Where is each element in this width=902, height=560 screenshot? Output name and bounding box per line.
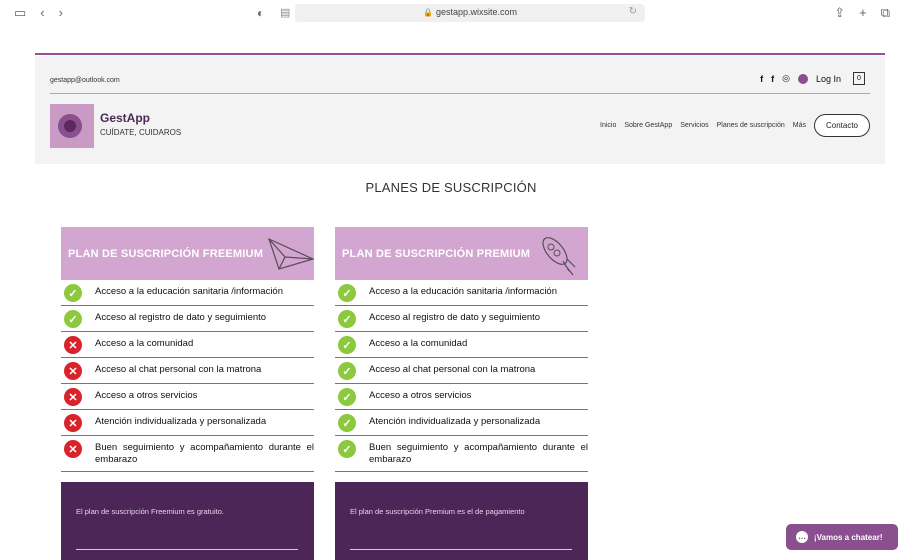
site-logo[interactable]	[50, 104, 94, 148]
nav-item-mas[interactable]: Más	[793, 122, 806, 129]
facebook-alt-icon[interactable]: f	[771, 74, 774, 84]
cross-icon: ✕	[64, 388, 82, 406]
feature-row: ✓ Acceso a la comunidad	[335, 332, 588, 358]
address-bar[interactable]: 🔒 gestapp.wixsite.com ↻	[295, 4, 645, 22]
plan-card-premium: PLAN DE SUSCRIPCIÓN PREMIUM ✓ Acceso a la…	[335, 227, 588, 472]
check-icon: ✓	[338, 362, 356, 380]
plan-footer-text: El plan de suscripción Freemium es gratu…	[76, 507, 224, 516]
feature-row: ✓ Acceso a otros servicios	[335, 384, 588, 410]
chat-button[interactable]: … ¡Vamos a chatear!	[786, 524, 898, 550]
chat-label: ¡Vamos a chatear!	[814, 532, 883, 542]
instagram-icon[interactable]: ◎	[782, 73, 790, 84]
feature-row: ✓ Acceso a la educación sanitaria /inform…	[61, 280, 314, 306]
tabs-overview-icon[interactable]: ⧉	[881, 5, 890, 21]
check-icon: ✓	[338, 440, 356, 458]
plan-footer-premium: El plan de suscripción Premium es el de …	[335, 482, 588, 560]
reload-icon[interactable]: ↻	[629, 6, 637, 17]
feature-row: ✓ Acceso a la educación sanitaria /inform…	[335, 280, 588, 306]
plan-card-freemium: PLAN DE SUSCRIPCIÓN FREEMIUM ✓ Acceso a l…	[61, 227, 315, 472]
check-icon: ✓	[338, 336, 356, 354]
feature-row: ✕ Acceso a la comunidad	[61, 332, 314, 358]
plan-header: PLAN DE SUSCRIPCIÓN FREEMIUM	[61, 227, 315, 280]
chat-bubble-icon: …	[796, 531, 808, 543]
site-header: gestapp@outlook.com f f ◎ Log In 0 GestA…	[35, 56, 885, 164]
privacy-shield-icon[interactable]: ◐	[257, 6, 264, 20]
check-icon: ✓	[338, 414, 356, 432]
feature-row: ✓ Acceso al registro de dato y seguimient…	[61, 306, 314, 332]
contact-button[interactable]: Contacto	[813, 114, 870, 137]
site-brand[interactable]: GestApp	[100, 111, 150, 125]
back-icon[interactable]: ‹	[40, 6, 44, 20]
cross-icon: ✕	[64, 440, 82, 458]
plan-footer-freemium: El plan de suscripción Freemium es gratu…	[61, 482, 314, 560]
header-divider	[50, 93, 870, 94]
plan-footer-text: El plan de suscripción Premium es el de …	[350, 507, 525, 516]
page-title: PLANES DE SUSCRIPCIÓN	[365, 180, 537, 195]
check-icon: ✓	[64, 310, 82, 328]
forward-icon[interactable]: ›	[59, 6, 63, 20]
top-accent-line	[35, 53, 885, 55]
nav-item-planes[interactable]: Planes de suscripción	[717, 122, 785, 129]
new-tab-icon[interactable]: +	[859, 5, 867, 21]
cart-icon[interactable]: 0	[853, 72, 865, 85]
reader-icon[interactable]: ▤	[280, 6, 290, 19]
plan-title: PLAN DE SUSCRIPCIÓN FREEMIUM	[68, 248, 264, 260]
feature-row: ✓ Acceso al chat personal con la matrona	[335, 358, 588, 384]
browser-toolbar: ▭ ‹ › ◐ ▤ 🔒 gestapp.wixsite.com ↻ ⇪ + ⧉	[0, 0, 902, 27]
footer-divider	[76, 549, 298, 550]
feature-row: ✕ Atención individualizada y personalizad…	[61, 410, 314, 436]
share-icon[interactable]: ⇪	[834, 5, 845, 21]
sidebar-toggle-icon[interactable]: ▭	[14, 6, 26, 20]
feature-row: ✓ Atención individualizada y personalizad…	[335, 410, 588, 436]
social-bar: f f ◎ Log In 0	[760, 72, 865, 85]
plan-header: PLAN DE SUSCRIPCIÓN PREMIUM	[335, 227, 588, 280]
cross-icon: ✕	[64, 336, 82, 354]
nav-item-sobre[interactable]: Sobre GestApp	[624, 122, 672, 129]
check-icon: ✓	[64, 284, 82, 302]
footer-divider	[350, 549, 572, 550]
main-nav: Inicio Sobre GestApp Servicios Planes de…	[600, 114, 870, 137]
feature-row: ✓ Acceso al registro de dato y seguimient…	[335, 306, 588, 332]
url-text: gestapp.wixsite.com	[435, 7, 517, 17]
check-icon: ✓	[338, 388, 356, 406]
check-icon: ✓	[338, 284, 356, 302]
feature-row: ✕ Acceso a otros servicios	[61, 384, 314, 410]
feature-row: ✕ Buen seguimiento y acompañamiento duran…	[61, 436, 314, 472]
facebook-icon[interactable]: f	[760, 74, 763, 84]
feature-row: ✓ Buen seguimiento y acompañamiento duran…	[335, 436, 588, 472]
paper-plane-icon	[267, 237, 315, 270]
nav-item-inicio[interactable]: Inicio	[600, 122, 616, 129]
lock-icon: 🔒	[422, 8, 433, 17]
site-tagline: CUÍDATE, CUIDAROS	[100, 128, 182, 137]
user-icon[interactable]	[797, 73, 808, 84]
check-icon: ✓	[338, 310, 356, 328]
cross-icon: ✕	[64, 414, 82, 432]
rocket-icon	[542, 237, 576, 276]
plan-title: PLAN DE SUSCRIPCIÓN PREMIUM	[342, 248, 531, 260]
nav-item-servicios[interactable]: Servicios	[680, 122, 708, 129]
feature-row: ✕ Acceso al chat personal con la matrona	[61, 358, 314, 384]
cross-icon: ✕	[64, 362, 82, 380]
login-link[interactable]: Log In	[816, 74, 841, 84]
contact-email[interactable]: gestapp@outlook.com	[50, 77, 120, 84]
